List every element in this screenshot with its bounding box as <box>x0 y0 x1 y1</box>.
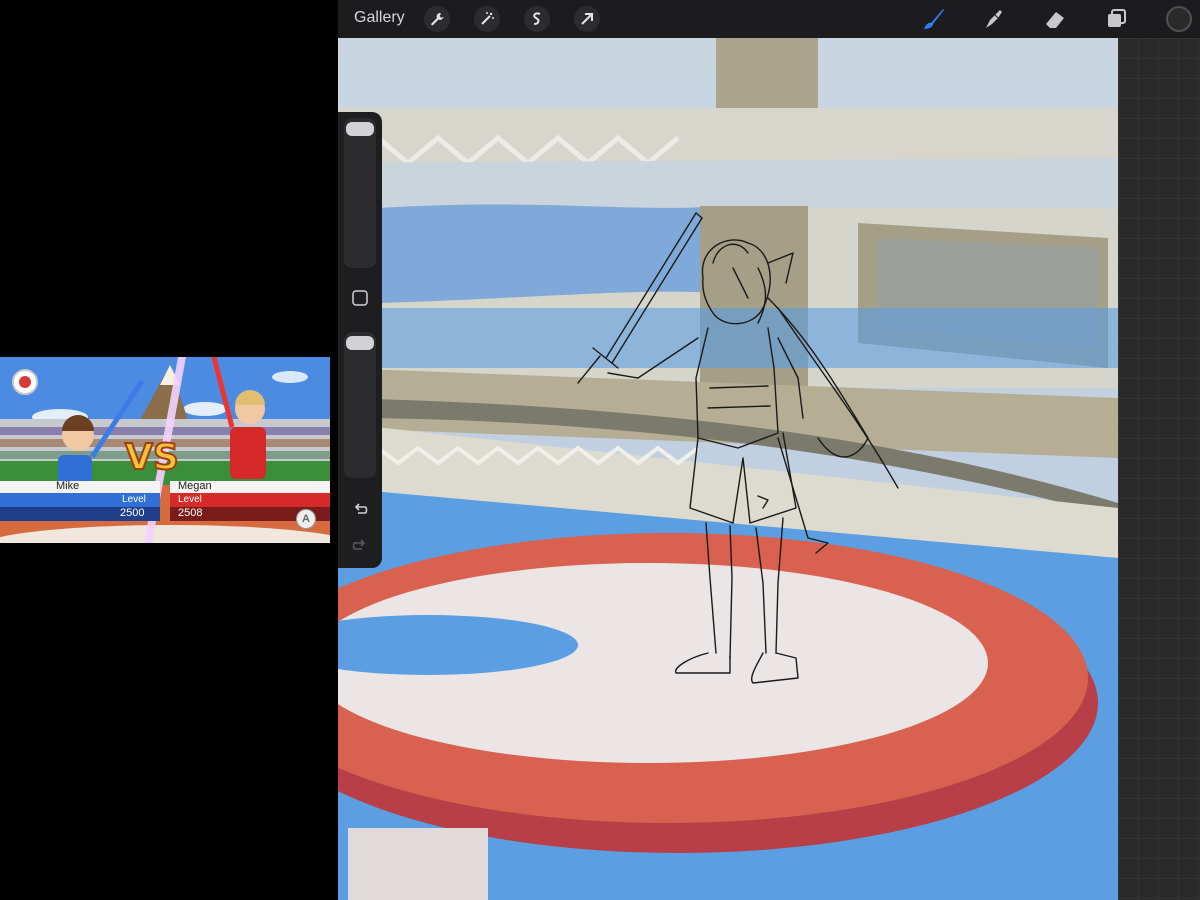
undo-button[interactable] <box>350 498 370 518</box>
brush-size-thumb[interactable] <box>346 122 374 136</box>
player2-score: 2508 <box>178 507 203 519</box>
selection-icon <box>533 12 541 25</box>
magic-wand-icon <box>481 12 494 25</box>
canvas-workspace[interactable] <box>338 38 1200 900</box>
side-slider-panel <box>338 112 382 568</box>
player2-level-label: Level <box>178 494 202 505</box>
top-toolbar: Gallery <box>338 0 1200 38</box>
player1-score: 2500 <box>120 507 145 519</box>
redo-button[interactable] <box>350 534 370 554</box>
transform-arrow-icon <box>581 13 593 25</box>
brush-icon <box>924 9 944 29</box>
painting <box>338 38 1118 900</box>
smudge-icon <box>986 10 1002 28</box>
brush-tool[interactable] <box>920 6 946 32</box>
brush-size-slider[interactable] <box>344 118 376 268</box>
eraser-icon <box>1046 12 1064 28</box>
player1-level-label: Level <box>122 494 146 505</box>
actions-wrench-button[interactable] <box>424 6 450 32</box>
reference-scene: VS <box>0 357 330 543</box>
player1-name: Mike <box>56 480 80 492</box>
mii-badge-icon <box>12 369 38 395</box>
player2-name: Megan <box>178 480 212 492</box>
wrench-icon <box>431 13 444 26</box>
color-picker-button[interactable] <box>1166 6 1192 32</box>
a-button-icon: A <box>296 509 316 529</box>
layers-button[interactable] <box>1104 6 1130 32</box>
transform-button[interactable] <box>574 6 600 32</box>
opacity-slider[interactable] <box>344 332 376 478</box>
gallery-button[interactable]: Gallery <box>354 9 405 27</box>
opacity-thumb[interactable] <box>346 336 374 350</box>
drawing-canvas[interactable] <box>338 38 1118 900</box>
redo-icon <box>352 539 366 550</box>
selection-button[interactable] <box>524 6 550 32</box>
eraser-tool[interactable] <box>1042 6 1068 32</box>
smudge-tool[interactable] <box>980 6 1006 32</box>
layers-icon <box>1108 9 1126 27</box>
reference-image: VS Mike Megan Level Level 2500 2508 A <box>0 357 330 543</box>
modify-square-icon <box>352 290 368 306</box>
vs-text: VS <box>125 437 179 478</box>
modify-button[interactable] <box>350 288 370 308</box>
adjustments-button[interactable] <box>474 6 500 32</box>
undo-icon <box>354 503 368 514</box>
